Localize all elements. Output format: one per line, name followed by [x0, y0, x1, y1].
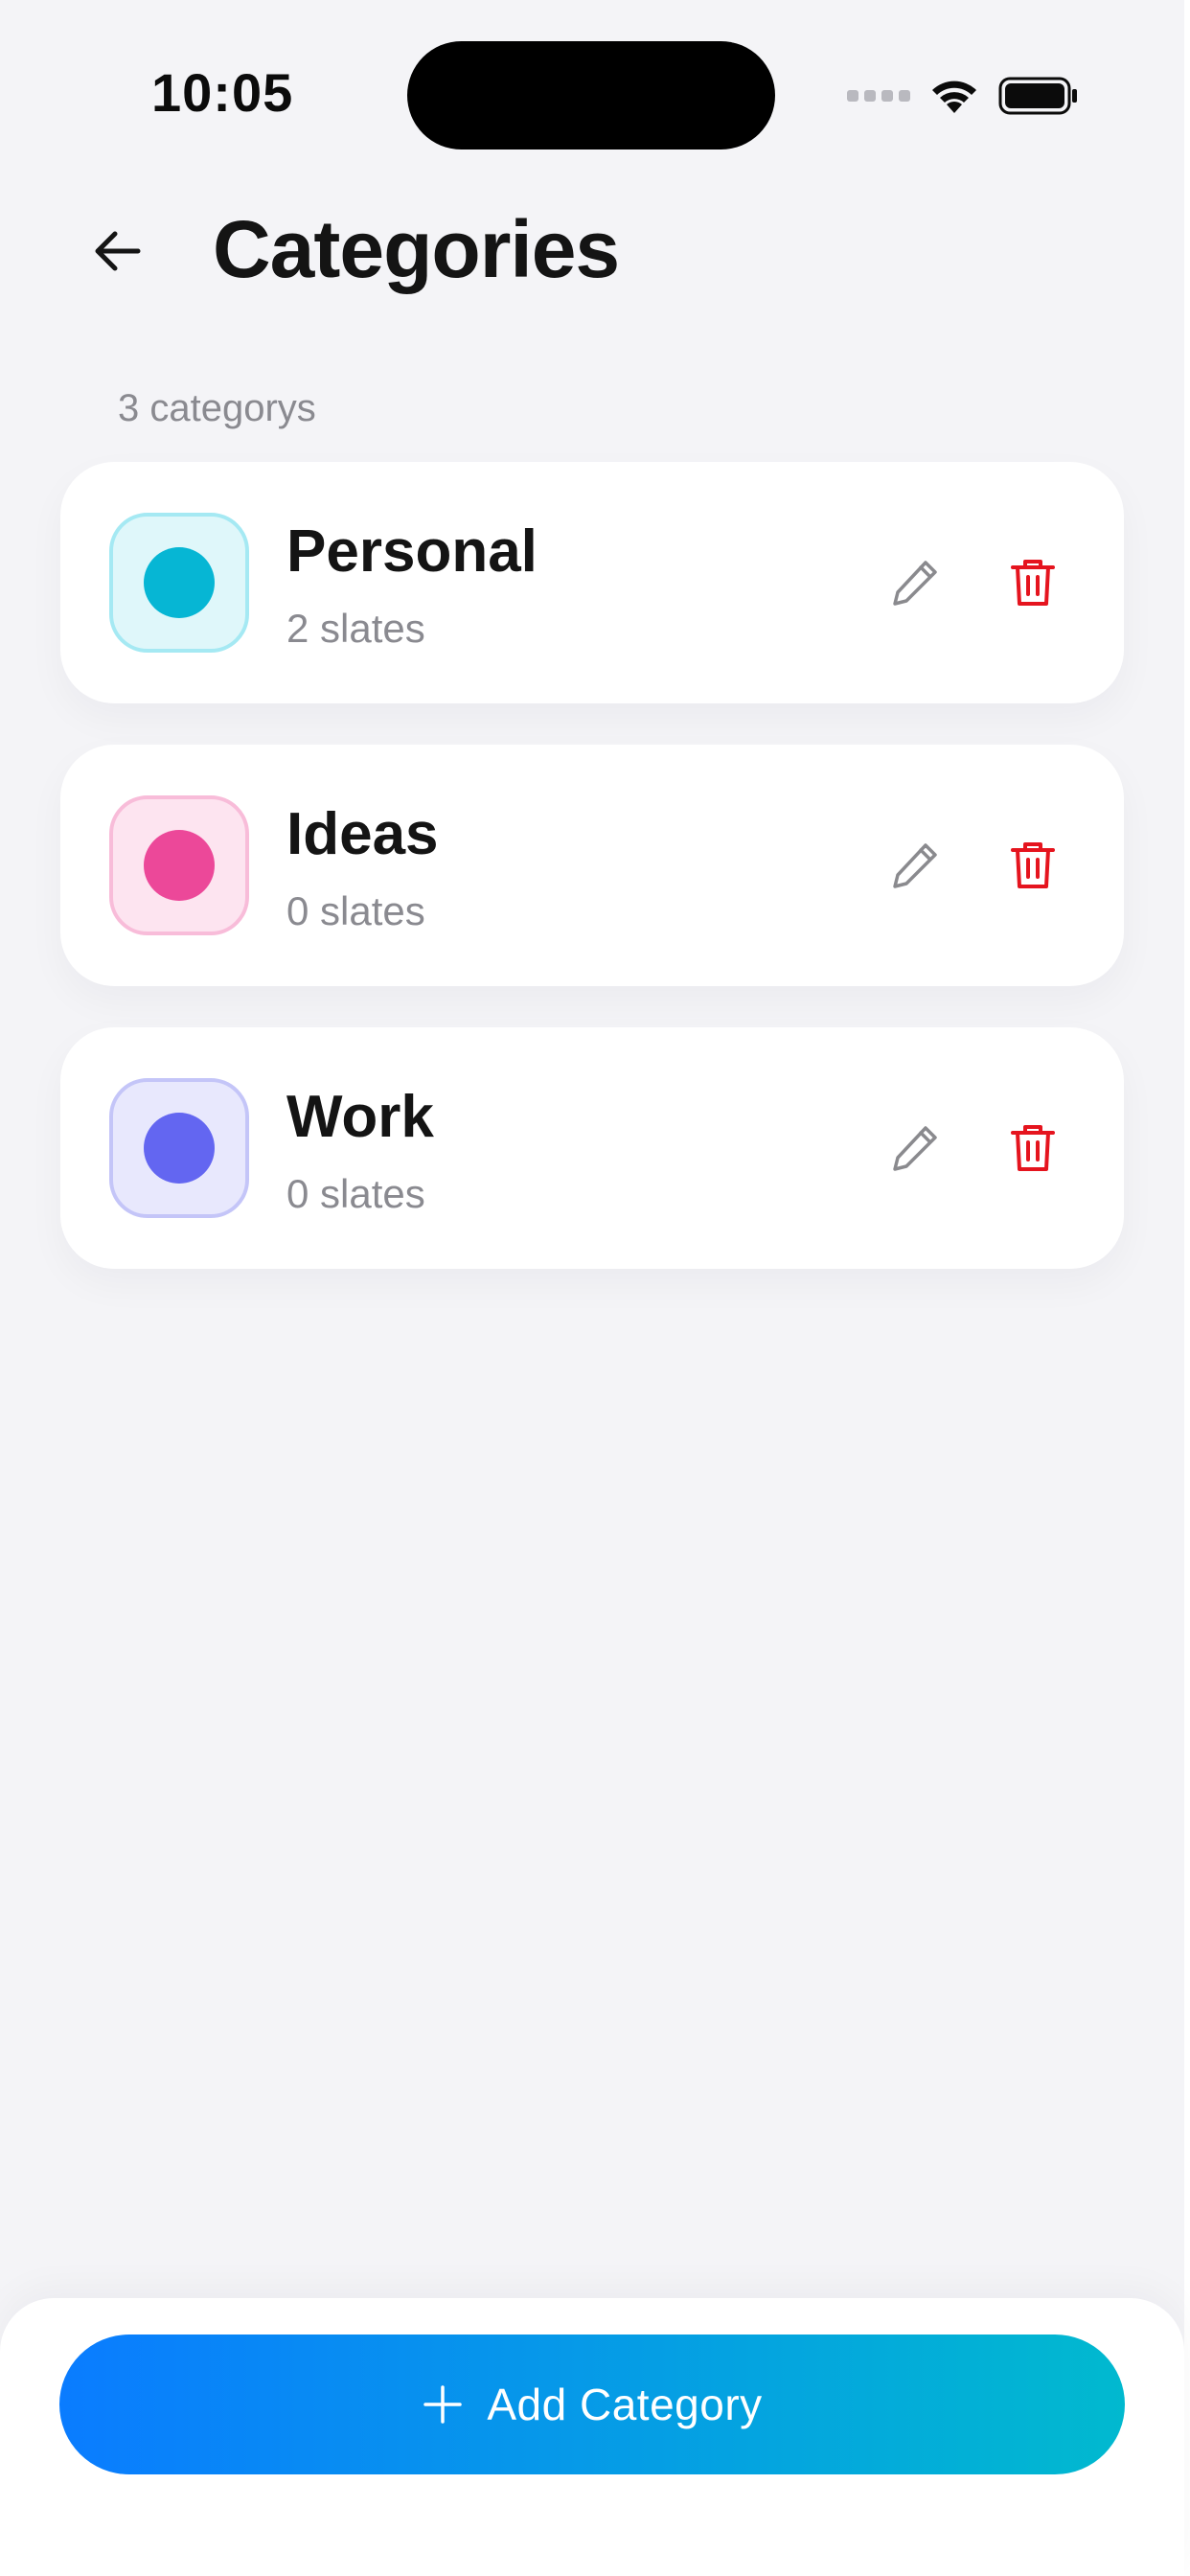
trash-icon [1011, 1125, 1055, 1171]
delete-category-button[interactable] [995, 544, 1071, 621]
add-category-button[interactable]: Add Category [59, 2334, 1125, 2474]
screen-edge [1184, 0, 1190, 2576]
back-button[interactable] [79, 213, 155, 289]
category-name: Personal [286, 518, 538, 585]
category-color-swatch [109, 795, 249, 935]
category-slate-count: 0 slates [286, 888, 425, 933]
pencil-icon [893, 843, 937, 888]
arrow-left-icon [95, 231, 141, 271]
category-color-swatch [109, 513, 249, 653]
category-card-work[interactable]: Work 0 slates [60, 1027, 1124, 1269]
add-category-label: Add Category [487, 2380, 763, 2429]
category-color-swatch [109, 1078, 249, 1218]
cellular-signal-icon [847, 90, 910, 102]
pencil-icon [893, 561, 937, 606]
category-color-dot [144, 547, 215, 618]
trash-icon [1011, 842, 1055, 888]
category-card-ideas[interactable]: Ideas 0 slates [60, 745, 1124, 986]
category-color-dot [144, 1113, 215, 1184]
edit-category-button[interactable] [877, 1110, 953, 1186]
plus-icon [423, 2385, 463, 2424]
category-color-dot [144, 830, 215, 901]
pencil-icon [893, 1126, 937, 1171]
category-card-personal[interactable]: Personal 2 slates [60, 462, 1124, 703]
status-icons [847, 69, 1079, 123]
wifi-icon [932, 80, 976, 113]
category-count: 3 categorys [118, 387, 316, 429]
battery-icon [998, 77, 1077, 115]
edit-category-button[interactable] [877, 827, 953, 904]
delete-category-button[interactable] [995, 827, 1071, 904]
category-name: Ideas [286, 801, 439, 867]
edit-category-button[interactable] [877, 544, 953, 621]
category-name: Work [286, 1084, 434, 1150]
category-slate-count: 2 slates [286, 606, 425, 651]
trash-icon [1011, 560, 1055, 606]
page-title: Categories [213, 204, 620, 294]
dynamic-island [407, 41, 775, 150]
delete-category-button[interactable] [995, 1110, 1071, 1186]
status-time: 10:05 [151, 62, 294, 123]
category-slate-count: 0 slates [286, 1171, 425, 1216]
